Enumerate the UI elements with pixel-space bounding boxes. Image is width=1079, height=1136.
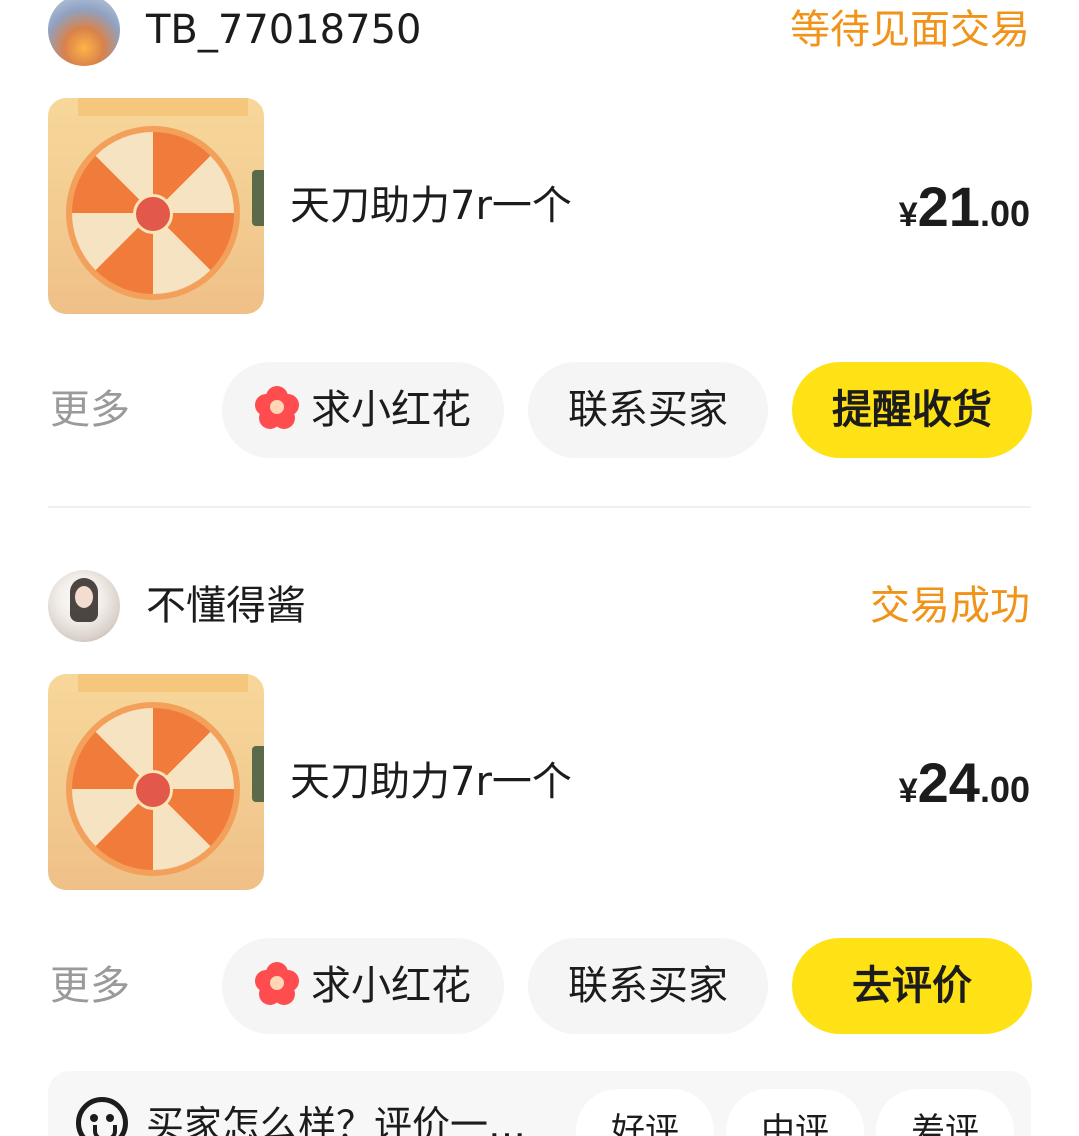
contact-buyer-button[interactable]: 联系买家	[528, 362, 768, 458]
flower-icon	[255, 962, 299, 1006]
ask-flower-label: 求小红花	[311, 963, 471, 1009]
order-status: 交易成功	[870, 583, 1030, 629]
item-thumbnail[interactable]	[48, 98, 264, 314]
review-bad-button[interactable]: 差评	[876, 1089, 1014, 1136]
item-price: ¥24.00	[899, 750, 1030, 815]
item-price: ¥21.00	[899, 174, 1030, 239]
thumbnail-banner	[78, 98, 248, 116]
item-title[interactable]: 天刀助力7r一个	[290, 754, 572, 810]
buyer-username[interactable]: 不懂得酱	[146, 578, 306, 634]
ask-flower-label: 求小红花	[311, 387, 471, 433]
price-currency: ¥	[898, 772, 918, 810]
review-good-button[interactable]: 好评	[576, 1089, 714, 1136]
buyer-avatar[interactable]	[48, 570, 120, 642]
review-neutral-button[interactable]: 中评	[726, 1089, 864, 1136]
buyer-avatar[interactable]	[48, 0, 120, 66]
thumbnail-banner	[78, 674, 248, 692]
contact-buyer-button[interactable]: 联系买家	[528, 938, 768, 1034]
review-prompt: 买家怎么样？评价一…	[146, 1103, 527, 1136]
price-integer: 24	[917, 751, 980, 814]
more-button[interactable]: 更多	[50, 382, 130, 438]
ask-flower-button[interactable]: 求小红花	[222, 362, 504, 458]
price-integer: 21	[917, 175, 980, 238]
review-face-icon	[76, 1097, 128, 1136]
order-divider	[48, 506, 1031, 508]
item-title[interactable]: 天刀助力7r一个	[290, 178, 572, 234]
price-decimal: .00	[979, 193, 1030, 234]
more-button[interactable]: 更多	[50, 958, 130, 1014]
prize-wheel-hub	[133, 194, 173, 234]
remind-receipt-button[interactable]: 提醒收货	[792, 362, 1032, 458]
price-decimal: .00	[979, 769, 1030, 810]
ask-flower-button[interactable]: 求小红花	[222, 938, 504, 1034]
write-review-button[interactable]: 去评价	[792, 938, 1032, 1034]
thumbnail-side-tab	[252, 170, 264, 226]
order-status: 等待见面交易	[790, 7, 1030, 53]
quick-review-bar: 买家怎么样？评价一… 好评 中评 差评	[48, 1071, 1031, 1136]
thumbnail-side-tab	[252, 746, 264, 802]
prize-wheel-hub	[133, 770, 173, 810]
item-thumbnail[interactable]	[48, 674, 264, 890]
buyer-username[interactable]: TB_77018750	[146, 2, 421, 58]
flower-icon	[255, 386, 299, 430]
price-currency: ¥	[898, 196, 918, 234]
